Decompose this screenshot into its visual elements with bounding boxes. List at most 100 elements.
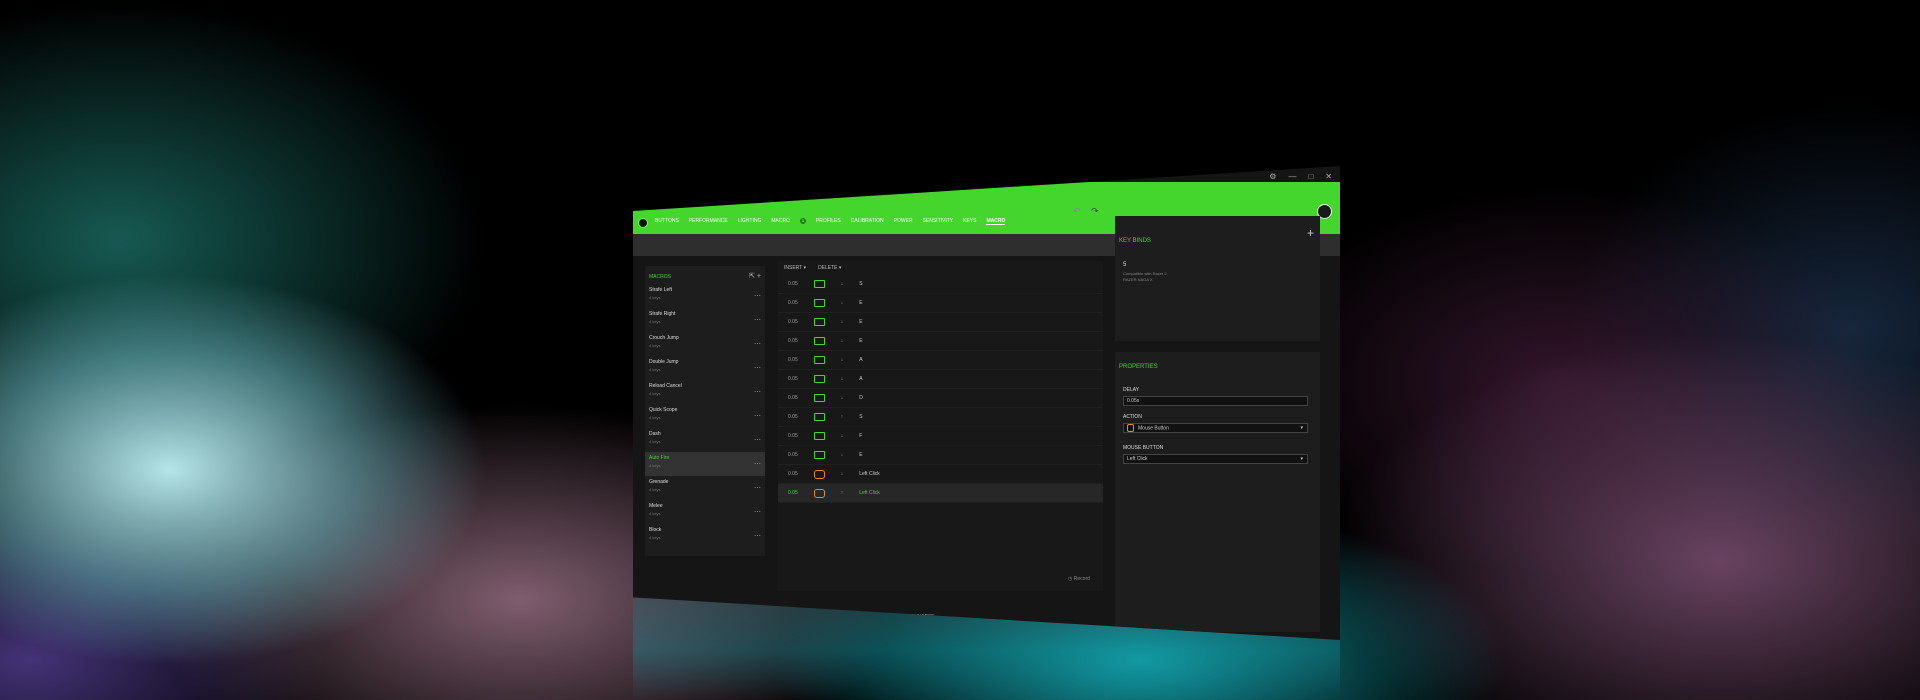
- keybind-key: 5: [1123, 262, 1127, 268]
- nav-tabs: BUTTONS PERFORMANCE LIGHTING MACRO 1 PROFILES…: [655, 218, 1006, 225]
- macro-item-sub: 4 keys: [649, 463, 661, 468]
- macro-item[interactable]: Reload Cancel 4 keys ⋯: [645, 380, 765, 404]
- tab-keys[interactable]: KEYS: [963, 218, 976, 225]
- macro-item[interactable]: Double Jump 4 keys ⋯: [645, 356, 765, 380]
- more-icon[interactable]: ⋯: [754, 508, 761, 516]
- macro-item-sub: 4 keys: [649, 415, 661, 420]
- add-macro-icon[interactable]: +: [757, 273, 761, 280]
- settings-icon[interactable]: ⚙: [1269, 172, 1276, 181]
- tab-macro[interactable]: MACRO: [986, 218, 1006, 225]
- tab-macro[interactable]: MACRO: [771, 218, 790, 225]
- tab-lighting[interactable]: LIGHTING: [738, 218, 762, 225]
- more-icon[interactable]: ⋯: [754, 364, 761, 372]
- more-icon[interactable]: ⋯: [754, 532, 761, 540]
- arrow-down-icon: ↓: [840, 433, 844, 439]
- tab-sensitivity[interactable]: SENSITIVITY: [923, 218, 954, 225]
- arrow-down-icon: ↓: [840, 452, 844, 458]
- macro-item-label: Crouch Jump: [649, 335, 679, 341]
- step-key: A: [859, 357, 863, 363]
- delay-field[interactable]: 0.05s: [1123, 396, 1308, 406]
- arrow-down-icon: ↓: [840, 376, 844, 382]
- close-icon[interactable]: ✕: [1325, 172, 1332, 181]
- keybind-description: Compatible with Razer 2 RAZER NAGA X: [1123, 271, 1167, 282]
- macro-step-row[interactable]: 0.05 ↓ Left Click: [778, 465, 1103, 484]
- macro-item[interactable]: Quick Scope 4 keys ⋯: [645, 404, 765, 428]
- macro-list-actions: ⇱ +: [749, 272, 761, 280]
- tab-profiles[interactable]: PROFILES: [816, 218, 841, 225]
- macro-step-row[interactable]: 0.05 ↓ E: [778, 446, 1103, 465]
- tab-performance[interactable]: PERFORMANCE: [689, 218, 728, 225]
- macro-step-row[interactable]: 0.05 ↓ A: [778, 370, 1103, 389]
- tab-buttons[interactable]: BUTTONS: [655, 218, 679, 225]
- more-icon[interactable]: ⋯: [754, 436, 761, 444]
- undo-icon[interactable]: ↶: [1073, 206, 1081, 217]
- macro-item[interactable]: Auto Fire 4 keys ⋯: [645, 452, 765, 476]
- toolbar-insert-button[interactable]: INSERT ▾: [784, 265, 806, 271]
- more-icon[interactable]: ⋯: [754, 484, 761, 492]
- mouse-icon: [1127, 424, 1134, 432]
- macro-item[interactable]: Grenade 4 keys ⋯: [645, 476, 765, 500]
- macro-step-row[interactable]: 0.05 ↓ E: [778, 332, 1103, 351]
- macro-item[interactable]: Melee 4 keys ⋯: [645, 500, 765, 524]
- macro-editor: INSERT ▾ DELETE ▾ 0.05 ↓ S 0.05 ↓ E 0.05 ↓ E 0.05 ↓…: [778, 261, 1103, 591]
- arrow-down-icon: ↓: [840, 319, 844, 325]
- macro-step-row[interactable]: 0.05 ↓ E: [778, 313, 1103, 332]
- macro-item[interactable]: Strafe Right 4 keys ⋯: [645, 308, 765, 332]
- tab-calibration[interactable]: CALIBRATION: [851, 218, 884, 225]
- step-delay: 0.05: [788, 281, 798, 287]
- macro-item-sub: 4 keys: [649, 343, 661, 348]
- keyboard-icon: [813, 299, 825, 307]
- macro-item-label: Grenade: [649, 479, 669, 485]
- action-select[interactable]: Mouse Button ▾: [1123, 423, 1308, 433]
- step-delay: 0.05: [788, 452, 798, 458]
- macro-item-label: Strafe Left: [649, 287, 673, 293]
- macro-item-sub: 4 keys: [649, 367, 661, 372]
- keyboard-icon: [813, 413, 825, 421]
- more-icon[interactable]: ⋯: [754, 292, 761, 300]
- delay-label: DELAY: [1123, 387, 1140, 393]
- macro-step-row[interactable]: 0.05 ↓ E: [778, 294, 1103, 313]
- macro-step-row[interactable]: 0.05 ↓ D: [778, 389, 1103, 408]
- macro-step-row[interactable]: 0.05 ↓ S: [778, 275, 1103, 294]
- macro-step-row[interactable]: 0.05 ↓ F: [778, 427, 1103, 446]
- more-icon[interactable]: ⋯: [754, 412, 761, 420]
- record-button[interactable]: ◷ Record: [1068, 576, 1090, 582]
- macro-step-row[interactable]: 0.05 ↓ A: [778, 351, 1103, 370]
- tab-power[interactable]: POWER: [894, 218, 913, 225]
- step-delay: 0.05: [788, 376, 798, 382]
- macro-step-row[interactable]: 0.05 ↑ Left Click: [778, 484, 1103, 503]
- macro-step-row[interactable]: 0.05 ↑ S: [778, 408, 1103, 427]
- chevron-down-icon: ▾: [1300, 456, 1303, 462]
- arrow-down-icon: ↓: [840, 471, 844, 477]
- back-icon[interactable]: ‹: [638, 190, 641, 199]
- step-delay: 0.05: [788, 319, 798, 325]
- minimize-icon[interactable]: —: [1288, 172, 1296, 181]
- redo-icon[interactable]: ↷: [1091, 206, 1099, 217]
- properties-title: PROPERTIES: [1119, 364, 1158, 370]
- add-keybind-icon[interactable]: +: [1307, 226, 1314, 240]
- more-icon[interactable]: ⋯: [754, 388, 761, 396]
- macro-item[interactable]: Block 4 keys ⋯: [645, 524, 765, 548]
- mouse-button-select[interactable]: Left Click ▾: [1123, 454, 1308, 464]
- more-icon[interactable]: ⋯: [754, 340, 761, 348]
- import-icon[interactable]: ⇱: [749, 273, 755, 280]
- macro-item-sub: 4 keys: [649, 487, 661, 492]
- step-delay: 0.05: [788, 471, 798, 477]
- keyboard-icon: [813, 356, 825, 364]
- step-key: Left Click: [859, 471, 880, 477]
- step-delay: 0.05: [788, 395, 798, 401]
- keyboard-icon: [813, 280, 825, 288]
- maximize-icon[interactable]: □: [1308, 172, 1313, 181]
- arrow-down-icon: ↓: [840, 395, 844, 401]
- macro-item-sub: 4 keys: [649, 439, 661, 444]
- macro-item[interactable]: Dash 4 keys ⋯: [645, 428, 765, 452]
- keyboard-icon: [813, 375, 825, 383]
- macro-items: Strafe Left 4 keys ⋯ Strafe Right 4 keys ⋯ Cro…: [645, 284, 765, 548]
- more-icon[interactable]: ⋯: [754, 460, 761, 468]
- keybinds-panel: KEY BINDS + 5 Compatible with Razer 2 RA…: [1115, 216, 1320, 341]
- macro-item[interactable]: Crouch Jump 4 keys ⋯: [645, 332, 765, 356]
- macro-item[interactable]: Strafe Left 4 keys ⋯: [645, 284, 765, 308]
- macro-item-sub: 4 keys: [649, 295, 661, 300]
- toolbar-delete-button[interactable]: DELETE ▾: [818, 265, 841, 271]
- more-icon[interactable]: ⋯: [754, 316, 761, 324]
